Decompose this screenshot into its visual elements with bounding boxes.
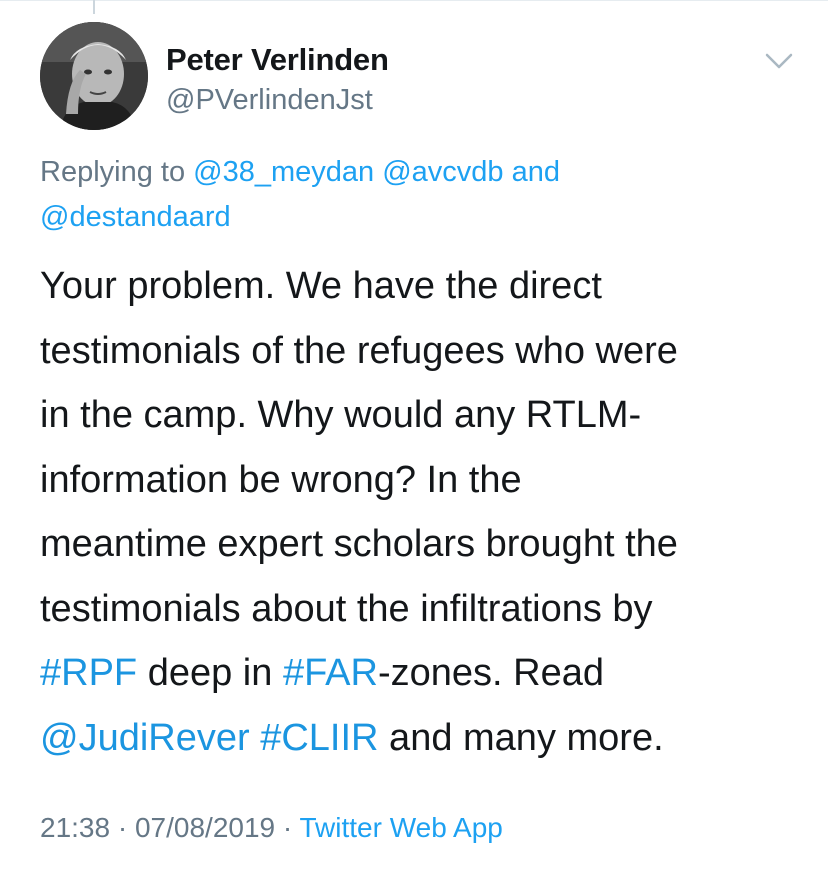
mention-joiner[interactable]: and [512,156,560,188]
tweet-text-segment: testimonials of the refugees who were [40,329,678,372]
replying-to-label: Replying to [40,156,186,188]
thread-connector-line [93,0,95,14]
top-divider [0,0,828,1]
mention-link[interactable]: @destandaard [40,201,231,233]
hashtag-link[interactable]: #CLIIR [260,717,378,759]
tweet-text-line: in the camp. Why would any RTLM- [40,383,810,448]
tweet-text-segment: Your problem. We have the direct [40,265,602,307]
tweet-text-segment: information be wrong? In the [40,458,522,501]
mention-link[interactable]: @avcvdb [382,156,503,188]
tweet-text-segment: deep in [137,652,283,694]
tweet-text-line: #RPF deep in #FAR-zones. Read [40,641,810,706]
meta-separator: · [110,812,135,843]
mention-link[interactable]: @JudiRever [40,717,250,759]
more-options-button[interactable] [763,50,795,72]
tweet-text-segment: and many more. [378,716,664,759]
tweet-text-line: information be wrong? In the [40,448,810,513]
tweet-text-segment: in the camp. Why would any RTLM- [40,394,642,436]
tweet-text-line: @JudiRever #CLIIR and many more. [40,706,810,771]
mention-link[interactable]: @38_meydan [193,156,374,188]
hashtag-link[interactable]: #FAR [283,652,378,694]
tweet-text-segment [250,717,261,759]
display-name[interactable]: Peter Verlinden [166,42,389,78]
tweet-text-line: Your problem. We have the direct [40,254,810,319]
tweet-text-line: testimonials about the infiltrations by [40,577,810,642]
tweet-source-link[interactable]: Twitter Web App [300,812,503,843]
user-handle[interactable]: @PVerlindenJst [166,84,373,117]
chevron-down-icon [765,53,793,69]
hashtag-link[interactable]: #RPF [40,652,137,694]
tweet-text-segment: meantime expert scholars brought the [40,523,678,565]
tweet-time[interactable]: 21:38 [40,812,110,843]
tweet-text-segment: -zones. Read [377,652,604,694]
tweet-text-line: testimonials of the refugees who were [40,319,810,384]
tweet-text-segment: testimonials about the infiltrations by [40,587,653,630]
meta-separator: · [275,812,300,843]
replying-to-line: Replying to @38_meydan @avcvdb and @dest… [40,150,800,240]
tweet-text: Your problem. We have the direct testimon… [40,254,810,770]
tweet-metadata: 21:38 · 07/08/2019 · Twitter Web App [40,812,503,844]
tweet-text-line: meantime expert scholars brought the [40,512,810,577]
tweet-date[interactable]: 07/08/2019 [135,812,275,843]
profile-photo-icon [40,22,148,130]
avatar[interactable] [40,22,148,130]
